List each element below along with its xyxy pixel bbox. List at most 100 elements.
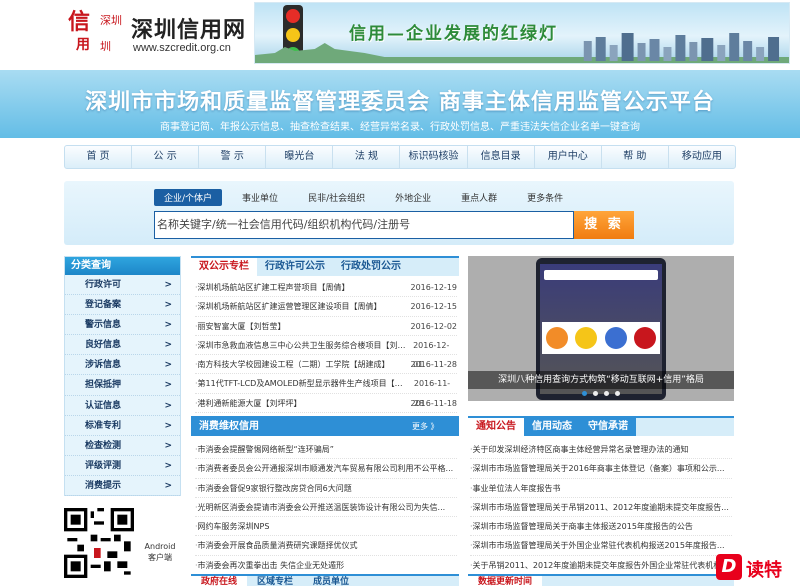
- site-title[interactable]: 深圳信用网: [131, 12, 246, 44]
- tab-credit-promise[interactable]: 守信承诺: [580, 418, 636, 436]
- list-item[interactable]: 关于印发深圳经济特区商事主体经营异常名录管理办法的通知: [470, 440, 732, 460]
- nav-home[interactable]: 首 页: [65, 146, 133, 168]
- chevron-right-icon: >: [164, 440, 172, 451]
- list-item[interactable]: 市消费者委员会公开通报深圳市顺通发汽车贸易有限公司利用不公平格...: [195, 459, 457, 479]
- seal-char-1: 信: [68, 9, 91, 35]
- list-item-title: 港利通新能源大厦【刘坪坪】: [195, 394, 302, 412]
- search-button[interactable]: 搜 索: [574, 211, 634, 239]
- sidebar-item-registration[interactable]: 登记备案 >: [65, 295, 180, 316]
- sidebar-item-good[interactable]: 良好信息 >: [65, 335, 180, 356]
- phone-app-grid: [542, 322, 660, 354]
- list-item-date: 2016-11-28: [413, 379, 451, 408]
- list-item-title: 事业单位法人年度报告书: [470, 479, 561, 497]
- list-item[interactable]: 市消委会再次重拳出击 失信企业无处遁形: [195, 556, 457, 576]
- nav-exposure[interactable]: 曝光台: [266, 146, 334, 168]
- list-item[interactable]: 市消委会督促9家银行整改房贷合同6大问题: [195, 479, 457, 498]
- tab-penalty-public[interactable]: 行政处罚公示: [333, 258, 409, 276]
- sidebar-item-rating[interactable]: 评级评测 >: [65, 456, 180, 476]
- top-banner[interactable]: 信用—企业发展的红绿灯: [254, 2, 790, 64]
- tab-credit-news[interactable]: 信用动态: [524, 418, 580, 436]
- sidebar-item-consumer[interactable]: 消费提示 >: [65, 476, 180, 497]
- search-tab-key-people[interactable]: 重点人群: [451, 189, 507, 206]
- list-item-date: 2016-12-01: [413, 340, 450, 370]
- tab-region[interactable]: 区域专栏: [247, 576, 303, 586]
- list-item[interactable]: 市消委会提醒警惕网络新型“连环骗局”: [195, 440, 457, 460]
- hero-subtitle: 商事登记简、年报公示信息、抽查检查结果、经营异常名录、行政处罚信息、严重违法失信…: [160, 122, 640, 133]
- category-sidebar: 分类查询 行政许可 > 登记备案 > 警示信息 > 良好信息 > 涉诉信息 > 担保抵押 >…: [64, 256, 181, 497]
- nav-user-center[interactable]: 用户中心: [535, 146, 602, 168]
- slide-dot[interactable]: [582, 391, 587, 396]
- list-item[interactable]: 港利通新能源大厦【刘坪坪】 2016-11-18: [195, 394, 457, 414]
- list-item[interactable]: 事业单位法人年度报告书: [470, 479, 732, 498]
- city-skyline-icon: [255, 33, 789, 63]
- qr-code-icon[interactable]: [64, 508, 134, 578]
- bottom-right-tabs: 数据更新时间: [468, 574, 734, 586]
- slide-dot[interactable]: [615, 391, 620, 396]
- notice-list: 关于印发深圳经济特区商事主体经营异常名录管理办法的通知 深圳市市场监督管理局关于…: [470, 440, 732, 576]
- search-tab-institution[interactable]: 事业单位: [232, 189, 288, 206]
- list-item[interactable]: 深圳市市场监督管理局关于外国企业常驻代表机构报送2015年度报告...: [470, 536, 732, 556]
- slide-dot[interactable]: [593, 391, 598, 396]
- notice-panel-tabs: 通知公告 信用动态 守信承诺: [468, 416, 734, 436]
- list-item[interactable]: 网约车服务深圳NPS: [195, 517, 457, 537]
- phone-search-bar: [544, 270, 658, 280]
- list-item[interactable]: 市消委会开展食品质量消费研究课题择优仪式: [195, 536, 457, 556]
- sidebar-item-label: 涉诉信息: [85, 360, 122, 371]
- sidebar-item-patent[interactable]: 标准专利 >: [65, 416, 180, 436]
- nav-law[interactable]: 法 规: [333, 146, 401, 168]
- sidebar-item-certification[interactable]: 认证信息 >: [65, 396, 180, 416]
- app-warning-icon: [575, 327, 598, 349]
- watermark-text: 读特: [746, 560, 782, 581]
- tab-members[interactable]: 成员单位: [303, 576, 359, 586]
- search-tab-foreign[interactable]: 外地企业: [385, 189, 441, 206]
- list-item-title: 深圳机场新航站区扩建运营管理区建设项目【周倩】: [195, 297, 382, 315]
- search-input[interactable]: 名称关键字/统一社会信用代码/组织机构代码/注册号: [154, 211, 574, 239]
- chevron-right-icon: >: [164, 380, 172, 391]
- list-item[interactable]: 深圳市市场监督管理局关于吊销2011、2012年度逾期未提交年度报告...: [470, 498, 732, 518]
- list-item-title: 市消委会提醒警惕网络新型“连环骗局”: [195, 440, 334, 458]
- list-item[interactable]: 光明新区消委会提请市消委会公开推送温医装饰设计有限公司为失信...: [195, 498, 457, 518]
- seal-char-4: 圳: [100, 40, 111, 53]
- sidebar-item-inspection[interactable]: 检查检测 >: [65, 436, 180, 456]
- consumer-more-link[interactable]: 更多 》: [412, 421, 439, 432]
- tab-data-update[interactable]: 数据更新时间: [468, 576, 543, 586]
- slide-caption: 深圳八种信用查询方式构筑“移动互联网+信用”格局: [468, 371, 734, 389]
- sidebar-item-mortgage[interactable]: 担保抵押 >: [65, 375, 180, 396]
- search-tab-social-org[interactable]: 民非/社会组织: [298, 189, 375, 206]
- nav-public[interactable]: 公 示: [132, 146, 200, 168]
- tab-double-public[interactable]: 双公示专栏: [191, 258, 257, 276]
- list-item[interactable]: 深圳市市场监督管理局关于商事主体报送2015年度报告的公告: [470, 517, 732, 537]
- nav-mobile[interactable]: 移动应用: [669, 146, 735, 168]
- list-item[interactable]: 深圳机场新航站区扩建运营管理区建设项目【周倩】 2016-12-15: [195, 297, 457, 317]
- list-item[interactable]: 第11代TFT-LCD及AMOLED新型显示器件生产线项目【刘哲莹】2016-1…: [195, 374, 457, 408]
- tab-license-public[interactable]: 行政许可公示: [257, 258, 333, 276]
- tab-notice[interactable]: 通知公告: [468, 418, 524, 436]
- list-item-title: 深圳市市场监督管理局关于2016年商事主体登记（备案）事项和公示...: [470, 459, 725, 477]
- consumer-panel-title[interactable]: 消费维权信用: [191, 418, 267, 436]
- nav-code-verify[interactable]: 标识码核验: [400, 146, 468, 168]
- list-item[interactable]: 关于吊销2011、2012年度逾期未提交年度报告外国企业常驻代表机构...: [470, 556, 732, 576]
- list-item[interactable]: 深圳市急救血液信息三中心公共卫生服务综合楼项目【刘哲莹】2016-12-01: [195, 336, 457, 370]
- sidebar-item-litigation[interactable]: 涉诉信息 >: [65, 355, 180, 376]
- tab-gov-online[interactable]: 政府在线: [191, 576, 248, 586]
- list-item[interactable]: 丽安智富大厦【刘哲莹】 2016-12-02: [195, 317, 457, 336]
- nav-catalog[interactable]: 信息目录: [468, 146, 535, 168]
- search-tabs: 企业/个体户 事业单位 民非/社会组织 外地企业 重点人群 更多条件: [154, 189, 583, 206]
- bottom-left-tabs: 政府在线 区域专栏 成员单位: [191, 574, 459, 586]
- logo-seal[interactable]: 信 深圳 用 圳: [66, 4, 128, 60]
- list-item-title: 市消委会再次重拳出击 失信企业无处遁形: [195, 556, 345, 574]
- list-item[interactable]: 南方科技大学校园建设工程（二期）工学院【胡建成】 2016-11-28: [195, 355, 457, 375]
- promo-slideshow[interactable]: 深圳八种信用查询方式构筑“移动互联网+信用”格局: [468, 256, 734, 401]
- seal-char-2: 深圳: [100, 14, 122, 27]
- nav-help[interactable]: 帮 助: [602, 146, 669, 168]
- search-tab-more[interactable]: 更多条件: [517, 189, 573, 206]
- sidebar-item-license[interactable]: 行政许可 >: [65, 275, 180, 296]
- sidebar-item-warning[interactable]: 警示信息 >: [65, 315, 180, 336]
- list-item[interactable]: 深圳市市场监督管理局关于2016年商事主体登记（备案）事项和公示...: [470, 459, 732, 479]
- search-tab-enterprise[interactable]: 企业/个体户: [154, 189, 223, 206]
- sidebar-item-label: 检查检测: [85, 440, 122, 451]
- list-item[interactable]: 深圳机场航站区扩建工程声誉项目【周倩】 2016-12-19: [195, 278, 457, 298]
- sidebar-item-label: 评级评测: [85, 460, 122, 471]
- slide-dot[interactable]: [604, 391, 609, 396]
- nav-warning[interactable]: 警 示: [199, 146, 267, 168]
